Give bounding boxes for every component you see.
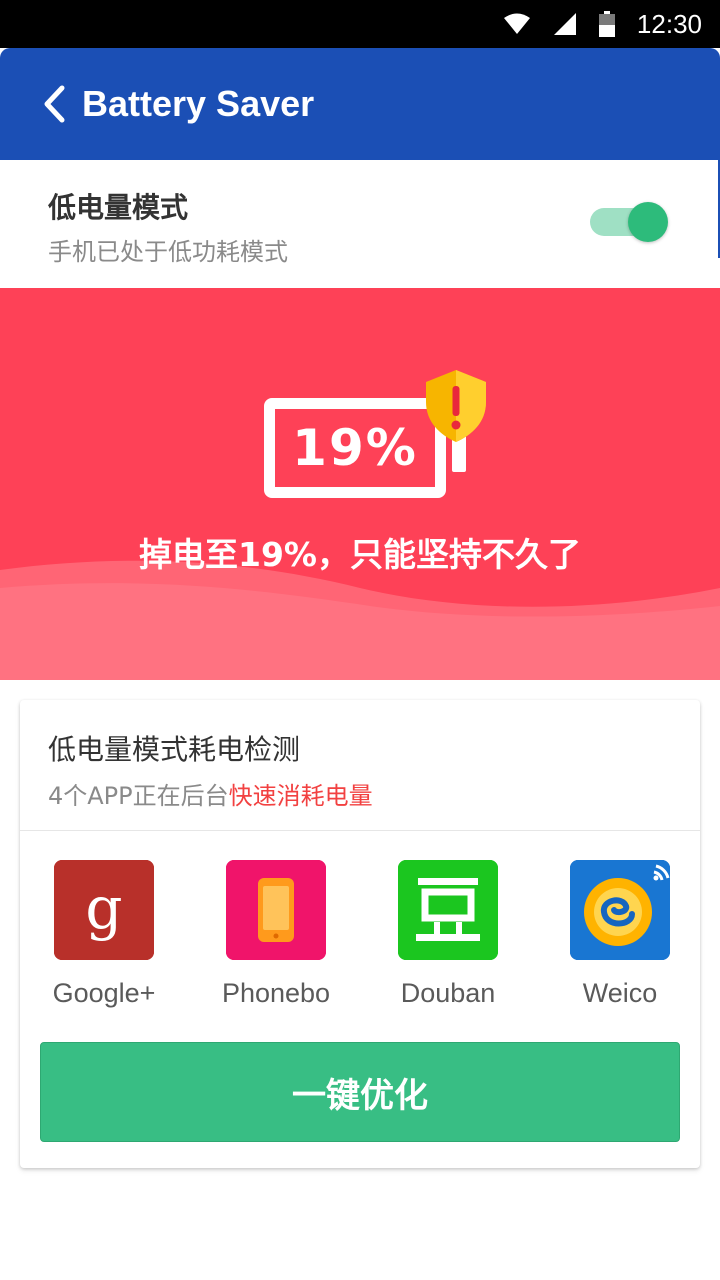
app-label: Weico [582, 978, 658, 1008]
app-bar: Battery Saver [0, 48, 720, 160]
page-title: Battery Saver [82, 83, 315, 124]
app-item-douban[interactable]: Douban [388, 860, 508, 1009]
google-plus-icon: g [54, 860, 154, 960]
status-time: 12:30 [636, 8, 702, 39]
back-button[interactable] [30, 76, 78, 132]
app-item-phonebo[interactable]: Phonebo [216, 860, 336, 1009]
douban-icon [398, 860, 498, 960]
app-item-weico[interactable]: Weico [560, 860, 680, 1009]
wifi-icon [503, 13, 531, 35]
low-power-mode-title: 低电量模式 [48, 191, 189, 224]
app-item-google-plus[interactable]: g Google+ [44, 860, 164, 1009]
phone-icon [226, 860, 326, 960]
optimize-button[interactable]: 一键优化 [40, 1042, 680, 1142]
shield-warning-icon [426, 370, 486, 442]
low-power-mode-subtitle: 手机已处于低功耗模式 [48, 238, 288, 266]
weico-icon [570, 860, 670, 960]
card-subtitle-highlight: 快速消耗电量 [228, 782, 373, 810]
card-subtitle-prefix: 4个APP正在后台 [48, 782, 229, 810]
card-title: 低电量模式耗电检测 [48, 733, 301, 766]
battery-icon [598, 11, 615, 37]
app-label: Phonebo [221, 978, 331, 1008]
battery-graphic: 19% [262, 368, 492, 518]
app-label: Douban [400, 978, 496, 1008]
card-subtitle: 4个APP正在后台快速消耗电量 [48, 776, 373, 811]
status-bar: 12:30 [0, 0, 720, 48]
battery-warning-message: 掉电至19%，只能坚持不久了 [139, 535, 581, 574]
signal-icon [553, 12, 577, 36]
app-label: Google+ [52, 978, 156, 1008]
low-power-mode-row: 低电量模式 手机已处于低功耗模式 [0, 160, 720, 288]
toggle-thumb [628, 202, 668, 242]
status-icons: 12:30 [503, 0, 702, 48]
card-divider [20, 830, 700, 831]
battery-status-banner: 19% 掉电至19%，只能坚持不久了 [0, 288, 720, 680]
battery-percentage: 19% [292, 419, 418, 477]
chevron-left-icon [44, 85, 65, 123]
low-power-mode-toggle[interactable] [588, 200, 672, 244]
power-detection-card: 低电量模式耗电检测 4个APP正在后台快速消耗电量 g Google+ Phon… [20, 700, 700, 1168]
svg-text:g: g [85, 874, 122, 942]
